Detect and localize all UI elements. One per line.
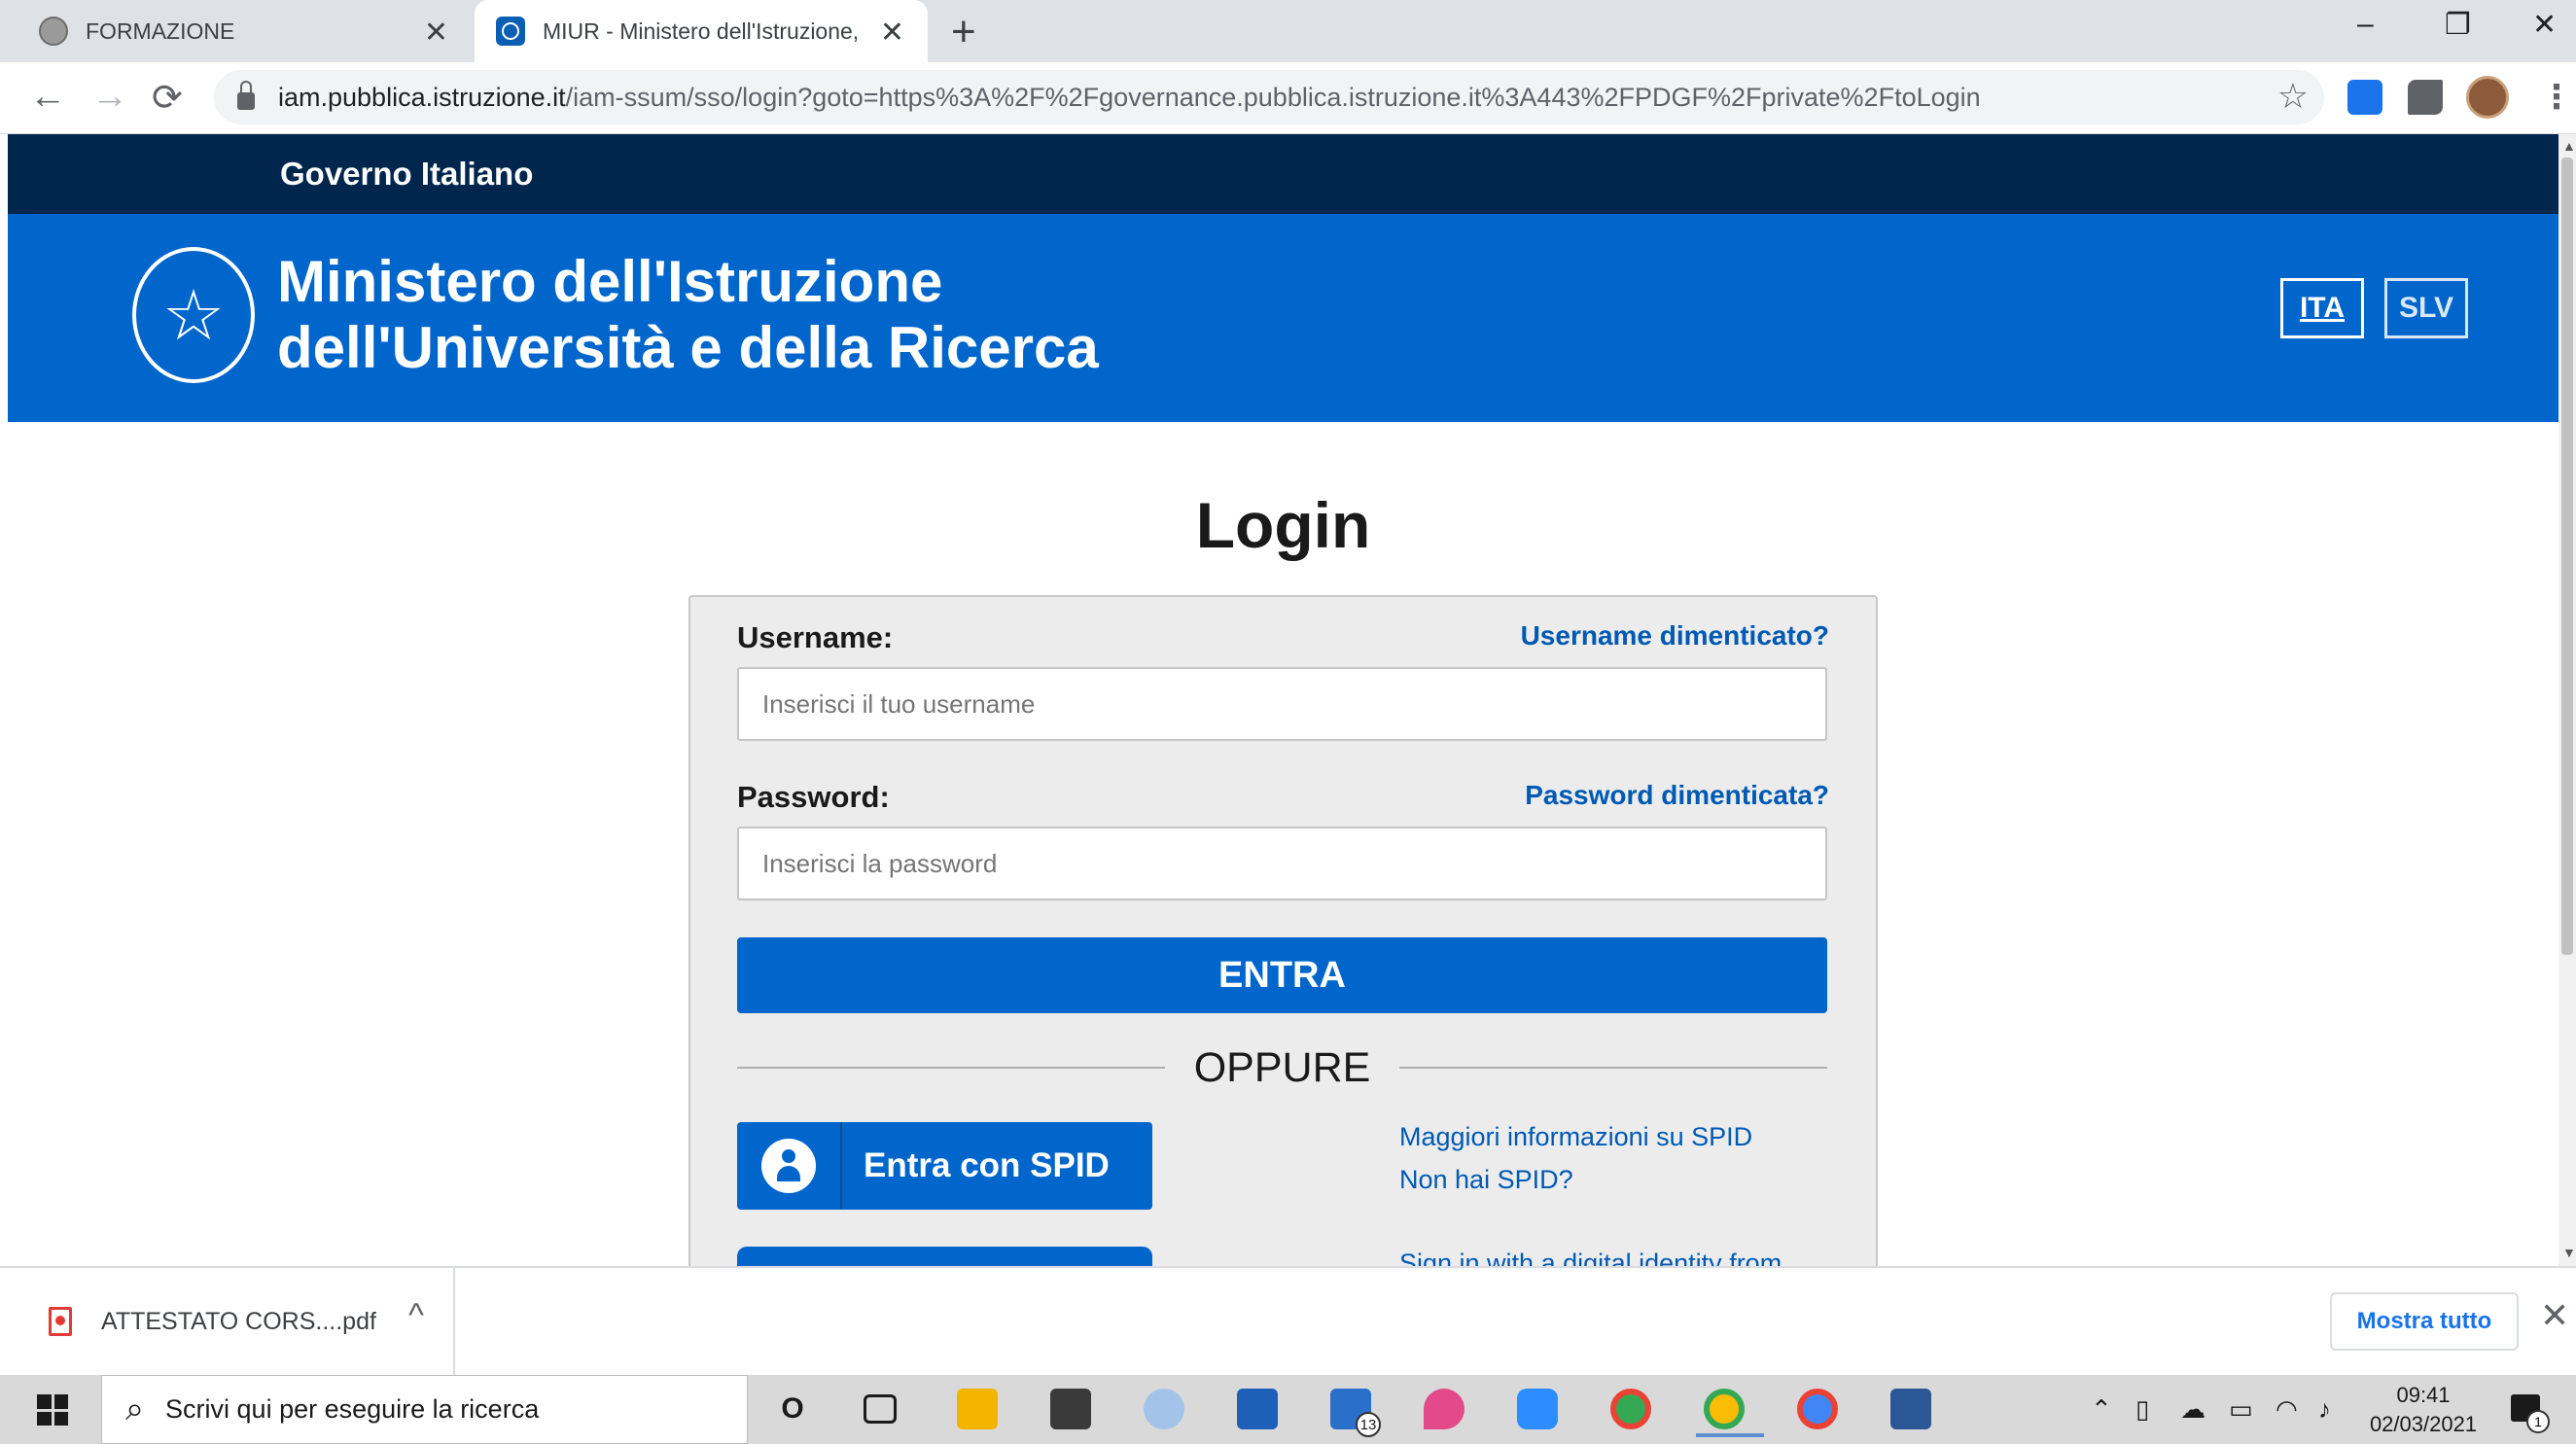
spid-button-label: Entra con SPID xyxy=(864,1146,1110,1184)
close-download-shelf-icon[interactable]: ✕ xyxy=(2540,1295,2569,1336)
username-label: Username: xyxy=(737,620,894,654)
separator-line xyxy=(737,1067,1165,1069)
device-icon[interactable]: ▯ xyxy=(2135,1394,2149,1425)
back-button[interactable]: ← xyxy=(29,76,66,118)
close-tab-icon[interactable]: ✕ xyxy=(880,16,904,50)
notification-badge: 1 xyxy=(2526,1410,2550,1433)
language-ita-button[interactable]: ITA xyxy=(2280,278,2364,338)
lock-icon[interactable] xyxy=(237,81,255,110)
ministry-title-line1: Ministero dell'Istruzione xyxy=(277,249,943,314)
cortana-icon[interactable]: O xyxy=(772,1389,813,1429)
language-slv-button[interactable]: SLV xyxy=(2384,278,2468,338)
tab-title: MIUR - Ministero dell'Istruzione, xyxy=(543,18,860,44)
tab-miur[interactable]: MIUR - Ministero dell'Istruzione, ✕ xyxy=(475,0,928,62)
ministry-title[interactable]: Ministero dell'Istruzione dell'Universit… xyxy=(277,249,1099,381)
zoom-icon[interactable] xyxy=(1517,1389,1558,1429)
separator-line xyxy=(1399,1067,1828,1069)
taskbar-clock[interactable]: 09:41 02/03/2021 xyxy=(2365,1381,2482,1439)
login-title: Login xyxy=(1195,489,1371,561)
url-text: iam.pubblica.istruzione.it/iam-ssum/sso/… xyxy=(278,83,1981,113)
taskbar-search-placeholder: Scrivi qui per eseguire la ricerca xyxy=(165,1394,540,1424)
chrome-profile2-icon[interactable] xyxy=(1797,1389,1838,1429)
volume-icon[interactable]: ♪ xyxy=(2318,1394,2331,1425)
entra-button[interactable]: ENTRA xyxy=(737,937,1827,1013)
pdf-file-icon xyxy=(49,1307,72,1336)
extensions-puzzle-icon[interactable] xyxy=(2408,80,2443,115)
eidas-login-button[interactable] xyxy=(737,1247,1152,1266)
bookmark-star-icon[interactable]: ☆ xyxy=(2277,76,2309,117)
scroll-up-icon[interactable]: ▲ xyxy=(2562,138,2576,154)
browser-menu-icon[interactable]: ⋮ xyxy=(2540,78,2573,117)
task-view-icon[interactable] xyxy=(864,1394,897,1424)
password-input[interactable] xyxy=(737,827,1827,900)
download-shelf: ATTESTATO CORS....pdf ^ Mostra tutto ✕ xyxy=(0,1266,2576,1375)
profile-avatar[interactable] xyxy=(2466,76,2509,119)
tab-formazione[interactable]: FORMAZIONE ✕ xyxy=(39,0,472,62)
photos-icon[interactable] xyxy=(1890,1389,1931,1429)
spid-login-button[interactable]: Entra con SPID xyxy=(737,1122,1152,1210)
eidas-link[interactable]: Sign in with a digital identity from xyxy=(1399,1249,1782,1266)
draw-app-icon[interactable] xyxy=(1237,1389,1278,1429)
web-page: Governo Italiano ☆ Ministero dell'Istruz… xyxy=(8,134,2558,1266)
show-hidden-icons-icon[interactable]: ⌃ xyxy=(2091,1394,2112,1425)
show-all-downloads-button[interactable]: Mostra tutto xyxy=(2330,1292,2519,1351)
paint-icon[interactable] xyxy=(1144,1389,1184,1429)
new-tab-button[interactable]: + xyxy=(951,8,976,56)
mail-icon[interactable]: 13 xyxy=(1330,1389,1381,1437)
chrome-profile-icon[interactable] xyxy=(1696,1389,1764,1437)
wifi-icon[interactable]: ◠ xyxy=(2276,1394,2298,1425)
paint3d-icon[interactable] xyxy=(1424,1389,1464,1429)
onedrive-cloud-icon[interactable]: ☁ xyxy=(2180,1394,2205,1425)
no-spid-link[interactable]: Non hai SPID? xyxy=(1399,1165,1573,1195)
formazione-favicon-icon xyxy=(39,17,68,46)
download-item[interactable]: ATTESTATO CORS....pdf ^ xyxy=(0,1268,455,1375)
page-scrollbar[interactable]: ▲ ▼ xyxy=(2558,134,2576,1266)
forward-button[interactable]: → xyxy=(91,76,128,118)
governo-italiano-link[interactable]: Governo Italiano xyxy=(280,156,533,193)
tab-strip: FORMAZIONE ✕ MIUR - Ministero dell'Istru… xyxy=(0,0,2576,62)
spid-user-icon xyxy=(737,1122,842,1210)
oppure-separator: OPPURE xyxy=(737,1042,1828,1093)
miur-favicon-icon xyxy=(496,17,525,46)
mail-badge: 13 xyxy=(1356,1412,1381,1437)
search-icon: ⌕ xyxy=(125,1391,145,1427)
clock-date: 02/03/2021 xyxy=(2369,1412,2478,1436)
extension-arrow-icon[interactable] xyxy=(2347,80,2382,115)
url-host: iam.pubblica.istruzione.it xyxy=(278,82,566,112)
file-explorer-icon[interactable] xyxy=(957,1389,998,1429)
scrollbar-thumb[interactable] xyxy=(2561,158,2573,955)
oppure-text: OPPURE xyxy=(1193,1043,1371,1091)
username-input[interactable] xyxy=(737,667,1827,741)
url-path: /iam-ssum/sso/login?goto=https%3A%2F%2Fg… xyxy=(565,82,1981,112)
italian-republic-emblem-icon: ☆ xyxy=(132,247,255,383)
scroll-down-icon[interactable]: ▼ xyxy=(2562,1245,2576,1260)
download-file-name: ATTESTATO CORS....pdf xyxy=(101,1307,376,1335)
toolbar: ← → ⟳ iam.pubblica.istruzione.it/iam-ssu… xyxy=(0,62,2576,134)
clock-time: 09:41 xyxy=(2396,1383,2451,1407)
windows-start-icon[interactable] xyxy=(37,1394,68,1426)
chevron-up-icon[interactable]: ^ xyxy=(408,1297,424,1335)
reload-button[interactable]: ⟳ xyxy=(152,76,183,120)
close-window-button[interactable]: ✕ xyxy=(2532,8,2557,42)
password-label: Password: xyxy=(737,780,890,814)
username-forgot-link[interactable]: Username dimenticato? xyxy=(1521,620,1829,652)
windows-taskbar: ⌕ Scrivi qui per eseguire la ricerca O 1… xyxy=(0,1375,2576,1444)
password-forgot-link[interactable]: Password dimenticata? xyxy=(1525,780,1829,811)
spid-info-link[interactable]: Maggiori informazioni su SPID xyxy=(1399,1122,1752,1152)
governo-italiano-bar: Governo Italiano xyxy=(8,134,2558,214)
restore-window-button[interactable]: ❐ xyxy=(2445,8,2471,42)
tab-title: FORMAZIONE xyxy=(86,18,235,44)
ministry-title-line2: dell'Università e della Ricerca xyxy=(277,315,1099,380)
login-card: Username: Username dimenticato? Password… xyxy=(688,595,1878,1266)
minimize-window-button[interactable]: – xyxy=(2357,8,2374,41)
close-tab-icon[interactable]: ✕ xyxy=(424,16,448,50)
chrome-icon[interactable] xyxy=(1610,1389,1651,1429)
notification-center-icon[interactable]: 1 xyxy=(2511,1394,2550,1433)
address-bar[interactable]: iam.pubblica.istruzione.it/iam-ssum/sso/… xyxy=(214,70,2324,124)
battery-icon[interactable]: ▭ xyxy=(2229,1394,2253,1425)
taskbar-search[interactable]: ⌕ Scrivi qui per eseguire la ricerca xyxy=(101,1375,748,1444)
ministry-header: ☆ Ministero dell'Istruzione dell'Univers… xyxy=(8,214,2558,422)
store-icon[interactable] xyxy=(1050,1389,1091,1429)
